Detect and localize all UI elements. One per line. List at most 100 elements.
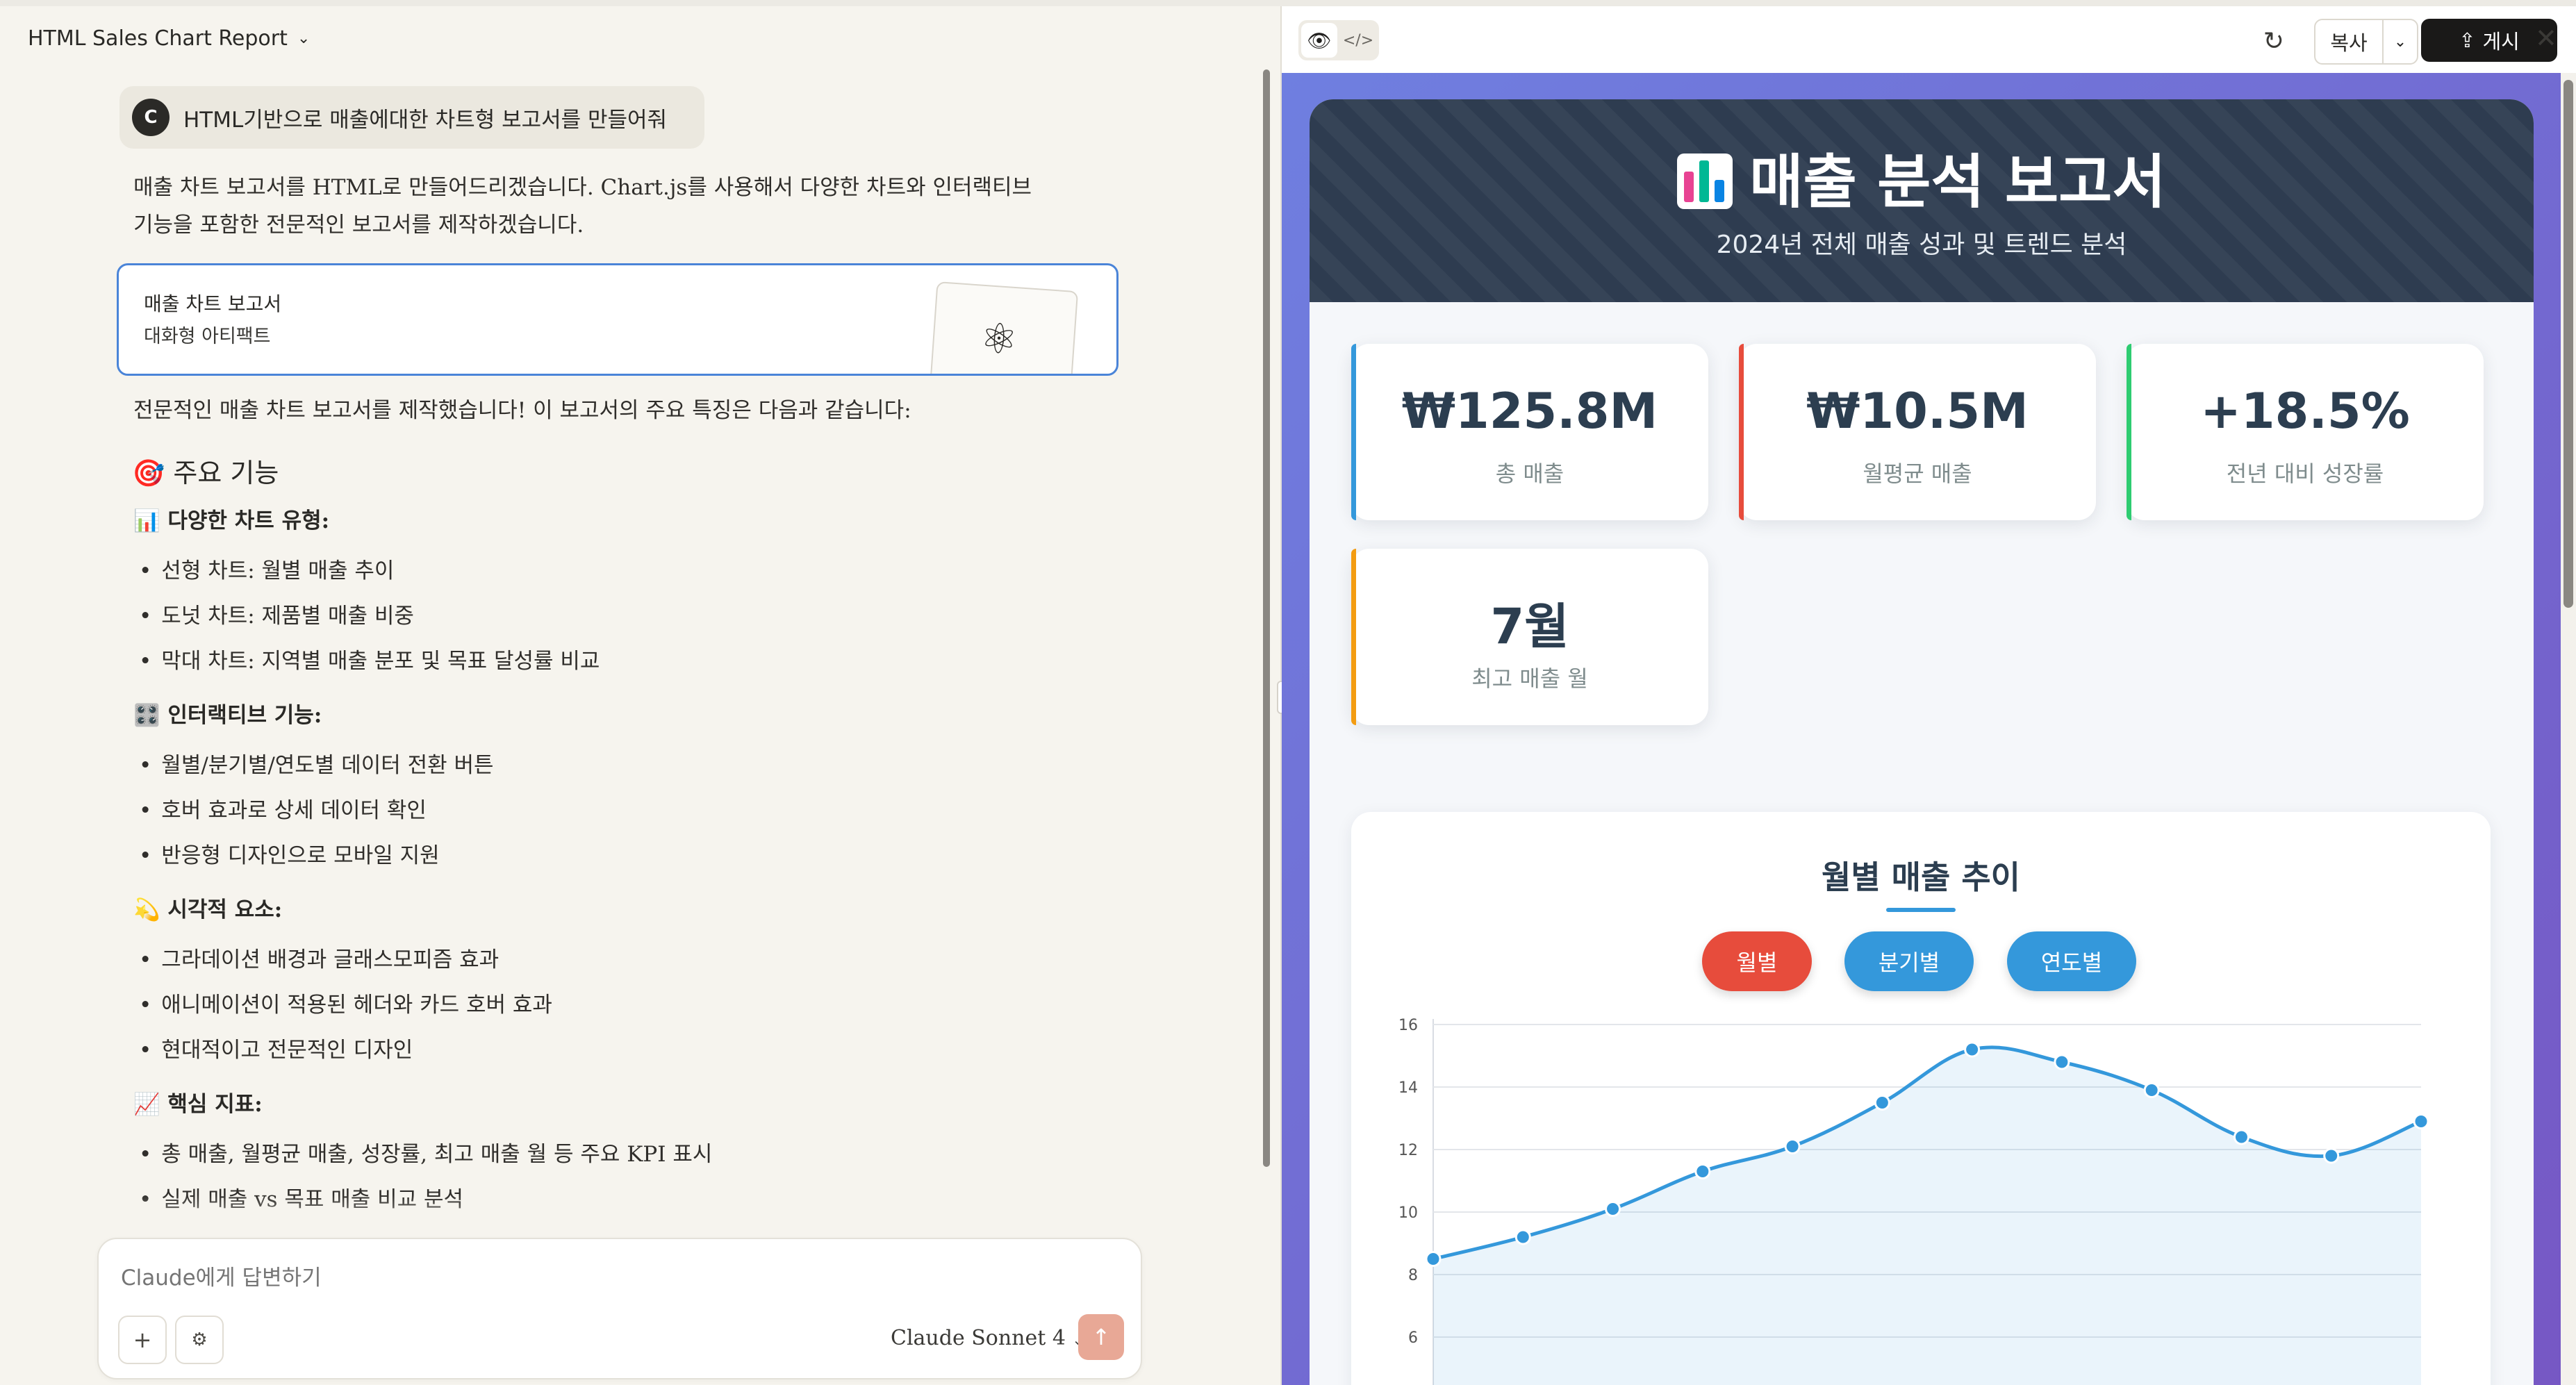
user-message: C HTML기반으로 매출에대한 차트형 보고서를 만들어줘 (119, 86, 704, 149)
data-point[interactable] (2233, 1129, 2249, 1145)
y-tick-label: 10 (1398, 1204, 1418, 1222)
artifact-toolbar: 👁 </> ↻ 복사 ⌄ ⇪ 게시 ✕ (1282, 6, 2576, 74)
group-heading-visual: 💫 시각적 요소: (133, 897, 283, 922)
artifact-card[interactable]: 매출 차트 보고서 대화형 아티팩트 ⚛ (117, 263, 1118, 376)
y-tick-label: 6 (1408, 1329, 1418, 1347)
line-chart[interactable]: 6 8 10 12 14 16 (1351, 812, 2491, 1385)
publish-label: 게시 (2482, 30, 2520, 53)
artifact-subtitle: 대화형 아티팩트 (144, 326, 271, 347)
kpi-label: 전년 대비 성장률 (2226, 461, 2384, 487)
kpi-card-growth-rate[interactable]: +18.5% 전년 대비 성장률 (2127, 344, 2484, 520)
assistant-summary: 전문적인 매출 차트 보고서를 제작했습니다! 이 보고서의 주요 특징은 다음… (133, 398, 911, 423)
bar-chart-icon (1677, 154, 1733, 209)
share-icon: ⇪ (2459, 28, 2476, 52)
refresh-icon: ↻ (2263, 26, 2285, 56)
list-item: 호버 효과로 상세 데이터 확인 (139, 793, 427, 824)
list-item: 도넛 차트: 제품별 매출 비중 (139, 598, 414, 629)
eye-icon: 👁 (1307, 28, 1332, 52)
chevron-down-icon: ⌄ (297, 30, 311, 47)
close-icon[interactable]: ✕ (2535, 23, 2557, 53)
kpi-value: 7월 (1490, 598, 1569, 655)
assistant-intro-line-2: 기능을 포함한 전문적인 보고서를 제작하겠습니다. (133, 213, 584, 238)
monthly-sales-chart-card: 월별 매출 추이 월별 분기별 연도별 6 8 10 12 14 16 (1351, 812, 2491, 1385)
data-point[interactable] (1874, 1095, 1890, 1111)
report-title: 매출 분석 보고서 (1310, 135, 2534, 219)
section-heading: 🎯 주요 기능 (132, 458, 279, 488)
preview-scrollbar-track (2561, 73, 2576, 1385)
chat-pane: HTML Sales Chart Report ⌄ C HTML기반으로 매출에… (0, 0, 1282, 1385)
model-name: Claude Sonnet 4 (891, 1326, 1066, 1350)
plus-icon: + (133, 1327, 152, 1353)
chat-scrollbar[interactable] (1263, 69, 1270, 1167)
y-tick-label: 14 (1398, 1079, 1418, 1097)
list-item: 총 매출, 월평균 매출, 성장률, 최고 매출 월 등 주요 KPI 표시 (139, 1136, 712, 1168)
data-point[interactable] (2143, 1082, 2160, 1098)
kpi-label: 최고 매출 월 (1471, 665, 1588, 692)
artifact-pane: 👁 </> ↻ 복사 ⌄ ⇪ 게시 ✕ 매출 분석 보고서 2024년 전체 매… (1282, 6, 2576, 1385)
y-tick-label: 16 (1398, 1017, 1418, 1034)
report-title-text: 매출 분석 보고서 (1749, 148, 2166, 216)
add-attachment-button[interactable]: + (118, 1316, 167, 1364)
react-atom-icon: ⚛ (978, 313, 1020, 365)
list-item: 월별/분기별/연도별 데이터 전환 버튼 (139, 747, 493, 779)
window-top-border (0, 0, 2576, 6)
code-icon: </> (1342, 31, 1374, 49)
group-heading-kpi: 📈 핵심 지표: (133, 1092, 263, 1117)
data-point[interactable] (1514, 1229, 1531, 1245)
series-area-fill (1433, 1047, 2421, 1385)
send-button[interactable]: ↑ (1078, 1314, 1124, 1360)
artifact-title: 매출 차트 보고서 (144, 292, 282, 315)
report-container: 매출 분석 보고서 2024년 전체 매출 성과 및 트렌드 분석 ₩125.8… (1310, 99, 2534, 1385)
artifact-preview: 매출 분석 보고서 2024년 전체 매출 성과 및 트렌드 분석 ₩125.8… (1282, 73, 2576, 1385)
conversation-title-text: HTML Sales Chart Report (28, 26, 288, 51)
artifact-thumbnail: ⚛ (929, 281, 1079, 374)
list-item: 막대 차트: 지역별 매출 분포 및 목표 달성률 비교 (139, 643, 600, 674)
arrow-up-icon: ↑ (1091, 1324, 1111, 1350)
tools-button[interactable]: ⚙ (175, 1316, 224, 1364)
avatar: C (132, 99, 170, 136)
reply-input[interactable] (119, 1260, 1095, 1296)
sliders-icon: ⚙ (191, 1329, 208, 1350)
preview-scrollbar[interactable] (2563, 80, 2573, 608)
kpi-value: +18.5% (2200, 383, 2410, 440)
group-heading-interactive: 🎛️ 인터랙티브 기능: (133, 703, 322, 728)
preview-button[interactable]: 👁 (1301, 23, 1337, 58)
data-point[interactable] (2054, 1054, 2070, 1070)
kpi-card-peak-month[interactable]: 7월 최고 매출 월 (1351, 549, 1708, 725)
chevron-down-icon: ⌄ (2393, 33, 2407, 51)
data-point[interactable] (1964, 1041, 1981, 1058)
conversation-title[interactable]: HTML Sales Chart Report ⌄ (28, 26, 310, 51)
kpi-card-total-sales[interactable]: ₩125.8M 총 매출 (1351, 344, 1708, 520)
data-point[interactable] (1425, 1251, 1442, 1267)
list-item: 그라데이션 배경과 글래스모피즘 효과 (139, 942, 499, 973)
view-toggle: 👁 </> (1298, 20, 1379, 60)
list-item: 애니메이션이 적용된 헤더와 카드 호버 효과 (139, 987, 552, 1018)
message-composer: + ⚙ Claude Sonnet 4 ⌄ ↑ (97, 1238, 1142, 1379)
kpi-label: 총 매출 (1495, 461, 1564, 487)
data-point[interactable] (1784, 1138, 1801, 1154)
copy-button[interactable]: 복사 (2315, 20, 2384, 63)
code-view-button[interactable]: </> (1340, 23, 1376, 58)
y-tick-label: 12 (1398, 1142, 1418, 1159)
data-point[interactable] (2413, 1113, 2429, 1129)
kpi-card-monthly-average[interactable]: ₩10.5M 월평균 매출 (1739, 344, 2096, 520)
data-point[interactable] (1605, 1201, 1621, 1217)
data-point[interactable] (2323, 1147, 2340, 1164)
data-point[interactable] (1694, 1163, 1711, 1179)
copy-button-group: 복사 ⌄ (2314, 19, 2418, 65)
list-item: 반응형 디자인으로 모바일 지원 (139, 838, 439, 869)
assistant-intro: 매출 차트 보고서를 HTML로 만들어드리겠습니다. Chart.js를 사용… (133, 169, 1106, 244)
list-item: 선형 차트: 월별 매출 추이 (139, 553, 394, 584)
assistant-intro-line-1: 매출 차트 보고서를 HTML로 만들어드리겠습니다. Chart.js를 사용… (133, 175, 1032, 200)
kpi-value: ₩125.8M (1401, 383, 1658, 440)
copy-options-button[interactable]: ⌄ (2384, 20, 2417, 63)
kpi-value: ₩10.5M (1806, 383, 2029, 440)
report-header: 매출 분석 보고서 2024년 전체 매출 성과 및 트렌드 분석 (1310, 99, 2534, 302)
refresh-button[interactable]: ↻ (2254, 22, 2293, 60)
group-heading-chart-types: 📊 다양한 차트 유형: (133, 508, 330, 533)
y-tick-label: 8 (1408, 1267, 1418, 1284)
kpi-label: 월평균 매출 (1863, 461, 1972, 487)
list-item: 현대적이고 전문적인 디자인 (139, 1032, 413, 1063)
user-message-text: HTML기반으로 매출에대한 차트형 보고서를 만들어줘 (183, 107, 668, 133)
model-selector[interactable]: Claude Sonnet 4 ⌄ (891, 1326, 1084, 1350)
